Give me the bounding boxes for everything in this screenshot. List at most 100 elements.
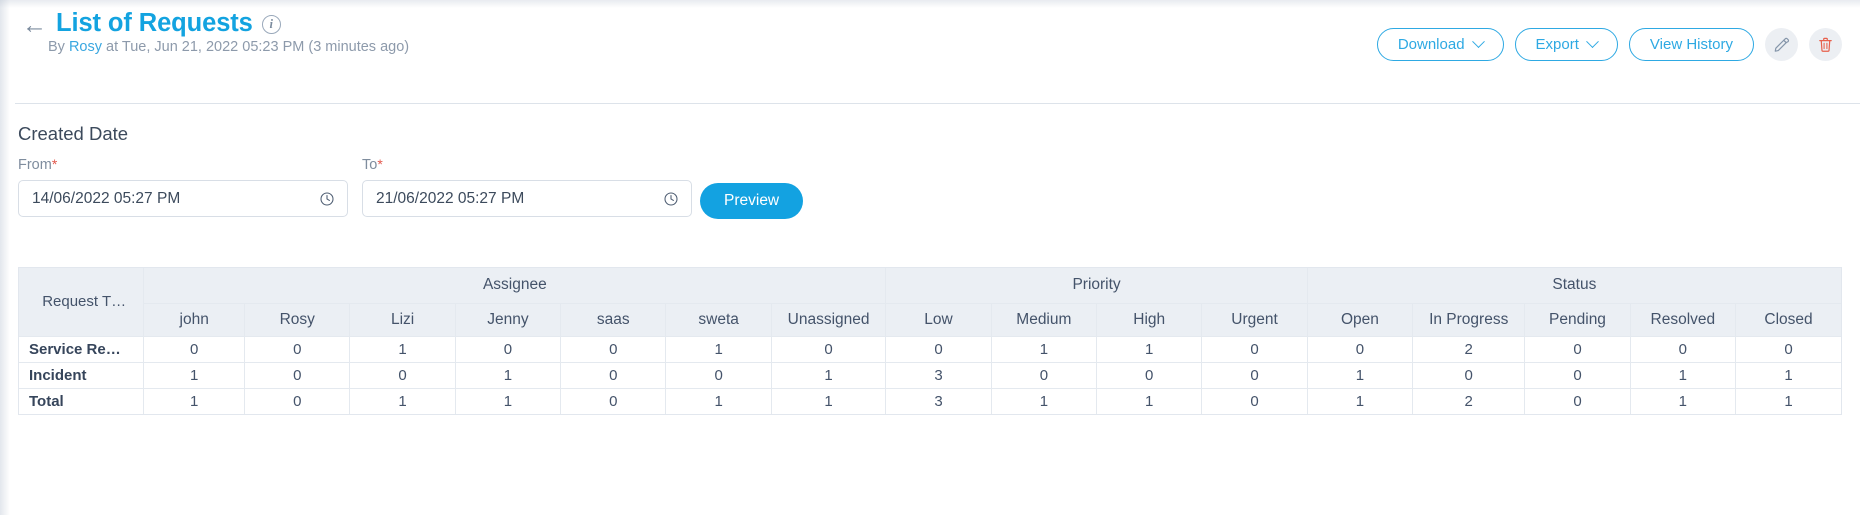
table-cell: 1 xyxy=(1630,362,1735,388)
table-cell: 0 xyxy=(455,336,560,362)
download-button-label: Download xyxy=(1398,36,1465,53)
table-cell: 0 xyxy=(561,388,666,414)
table-cell: 1 xyxy=(1736,362,1841,388)
table-cell: 0 xyxy=(144,336,245,362)
page-subtitle: By Rosy at Tue, Jun 21, 2022 05:23 PM (3… xyxy=(48,37,409,57)
download-button[interactable]: Download xyxy=(1377,28,1504,61)
report-table-container: Request T…AssigneePriorityStatus johnRos… xyxy=(18,267,1842,415)
header-divider xyxy=(15,103,1860,104)
table-cell: 1 xyxy=(1307,362,1412,388)
table-cell: 0 xyxy=(1097,362,1202,388)
to-field: To* 21/06/2022 05:27 PM xyxy=(362,155,692,217)
table-column-header: Closed xyxy=(1736,303,1841,336)
subtitle-prefix: By xyxy=(48,39,69,55)
table-cell: 1 xyxy=(455,362,560,388)
table-cell: 0 xyxy=(1202,388,1307,414)
preview-button[interactable]: Preview xyxy=(700,183,803,219)
table-cell: 2 xyxy=(1413,388,1525,414)
table-row-header-label: Request T… xyxy=(19,268,144,336)
table-cell: 2 xyxy=(1413,336,1525,362)
table-column-header: sweta xyxy=(666,303,771,336)
table-row: Service Re…0010010011002000 xyxy=(19,336,1841,362)
table-column-header: High xyxy=(1097,303,1202,336)
table-cell: 1 xyxy=(455,388,560,414)
header-actions: Download Export View History xyxy=(1377,28,1842,61)
table-row-label: Service Re… xyxy=(19,336,144,362)
table-column-header: Jenny xyxy=(455,303,560,336)
to-date-input[interactable]: 21/06/2022 05:27 PM xyxy=(362,180,692,217)
table-cell: 0 xyxy=(1307,336,1412,362)
table-column-header: Medium xyxy=(991,303,1096,336)
table-cell: 0 xyxy=(1736,336,1841,362)
table-cell: 1 xyxy=(1097,336,1202,362)
table-cell: 1 xyxy=(350,388,455,414)
from-date-input[interactable]: 14/06/2022 05:27 PM xyxy=(18,180,348,217)
table-column-header: john xyxy=(144,303,245,336)
table-cell: 0 xyxy=(1202,336,1307,362)
table-cell: 0 xyxy=(1413,362,1525,388)
table-cell: 0 xyxy=(1525,362,1630,388)
chevron-down-icon xyxy=(1472,35,1485,48)
page-header: ← List of Requests i By Rosy at Tue, Jun… xyxy=(0,0,1860,103)
table-column-header: Open xyxy=(1307,303,1412,336)
table-group-header-priority: Priority xyxy=(886,268,1307,303)
table-cell: 1 xyxy=(771,388,886,414)
table-cell: 0 xyxy=(886,336,991,362)
required-marker: * xyxy=(52,156,57,172)
table-cell: 0 xyxy=(245,388,350,414)
from-field: From* 14/06/2022 05:27 PM xyxy=(18,155,348,217)
table-cell: 1 xyxy=(771,362,886,388)
table-group-header-row: Request T…AssigneePriorityStatus xyxy=(19,268,1841,303)
trash-icon xyxy=(1817,36,1834,53)
table-column-header: Resolved xyxy=(1630,303,1735,336)
clock-icon[interactable] xyxy=(319,191,335,207)
table-column-header: Pending xyxy=(1525,303,1630,336)
table-cell: 0 xyxy=(1525,336,1630,362)
view-history-button-label: View History xyxy=(1650,36,1733,53)
to-label-text: To xyxy=(362,157,377,173)
table-cell: 0 xyxy=(245,336,350,362)
pencil-icon xyxy=(1773,36,1790,53)
report-page: ← List of Requests i By Rosy at Tue, Jun… xyxy=(0,0,1860,515)
page-title[interactable]: List of Requests xyxy=(56,8,253,38)
table-body: Service Re…0010010011002000Incident10010… xyxy=(19,336,1841,414)
info-icon[interactable]: i xyxy=(262,15,281,34)
table-column-header: saas xyxy=(561,303,666,336)
subtitle-suffix: at Tue, Jun 21, 2022 05:23 PM (3 minutes… xyxy=(102,39,409,55)
chevron-down-icon xyxy=(1586,35,1599,48)
table-cell: 0 xyxy=(561,362,666,388)
table-cell: 1 xyxy=(1307,388,1412,414)
table-head: Request T…AssigneePriorityStatus johnRos… xyxy=(19,268,1841,336)
report-table: Request T…AssigneePriorityStatus johnRos… xyxy=(19,268,1841,414)
table-cell: 1 xyxy=(991,388,1096,414)
table-cell: 1 xyxy=(666,388,771,414)
table-column-header-row: johnRosyLiziJennysaasswetaUnassignedLowM… xyxy=(19,303,1841,336)
table-column-header: Urgent xyxy=(1202,303,1307,336)
table-cell: 1 xyxy=(1630,388,1735,414)
export-button[interactable]: Export xyxy=(1515,28,1618,61)
table-cell: 0 xyxy=(350,362,455,388)
table-cell: 1 xyxy=(991,336,1096,362)
table-column-header: Unassigned xyxy=(771,303,886,336)
table-column-header: In Progress xyxy=(1413,303,1525,336)
table-cell: 1 xyxy=(144,388,245,414)
delete-button[interactable] xyxy=(1809,28,1842,61)
table-cell: 1 xyxy=(1097,388,1202,414)
subtitle-user-link[interactable]: Rosy xyxy=(69,39,102,55)
table-cell: 1 xyxy=(666,336,771,362)
table-group-header-status: Status xyxy=(1307,268,1841,303)
arrow-left-icon[interactable]: ← xyxy=(22,14,52,36)
table-cell: 3 xyxy=(886,362,991,388)
table-row-label: Incident xyxy=(19,362,144,388)
from-date-value: 14/06/2022 05:27 PM xyxy=(19,189,180,209)
table-cell: 0 xyxy=(1630,336,1735,362)
clock-icon[interactable] xyxy=(663,191,679,207)
edit-button[interactable] xyxy=(1765,28,1798,61)
table-cell: 0 xyxy=(771,336,886,362)
table-cell: 1 xyxy=(350,336,455,362)
table-row: Incident1001001300010011 xyxy=(19,362,1841,388)
table-cell: 0 xyxy=(245,362,350,388)
table-cell: 0 xyxy=(561,336,666,362)
view-history-button[interactable]: View History xyxy=(1629,28,1754,61)
required-marker: * xyxy=(377,156,382,172)
